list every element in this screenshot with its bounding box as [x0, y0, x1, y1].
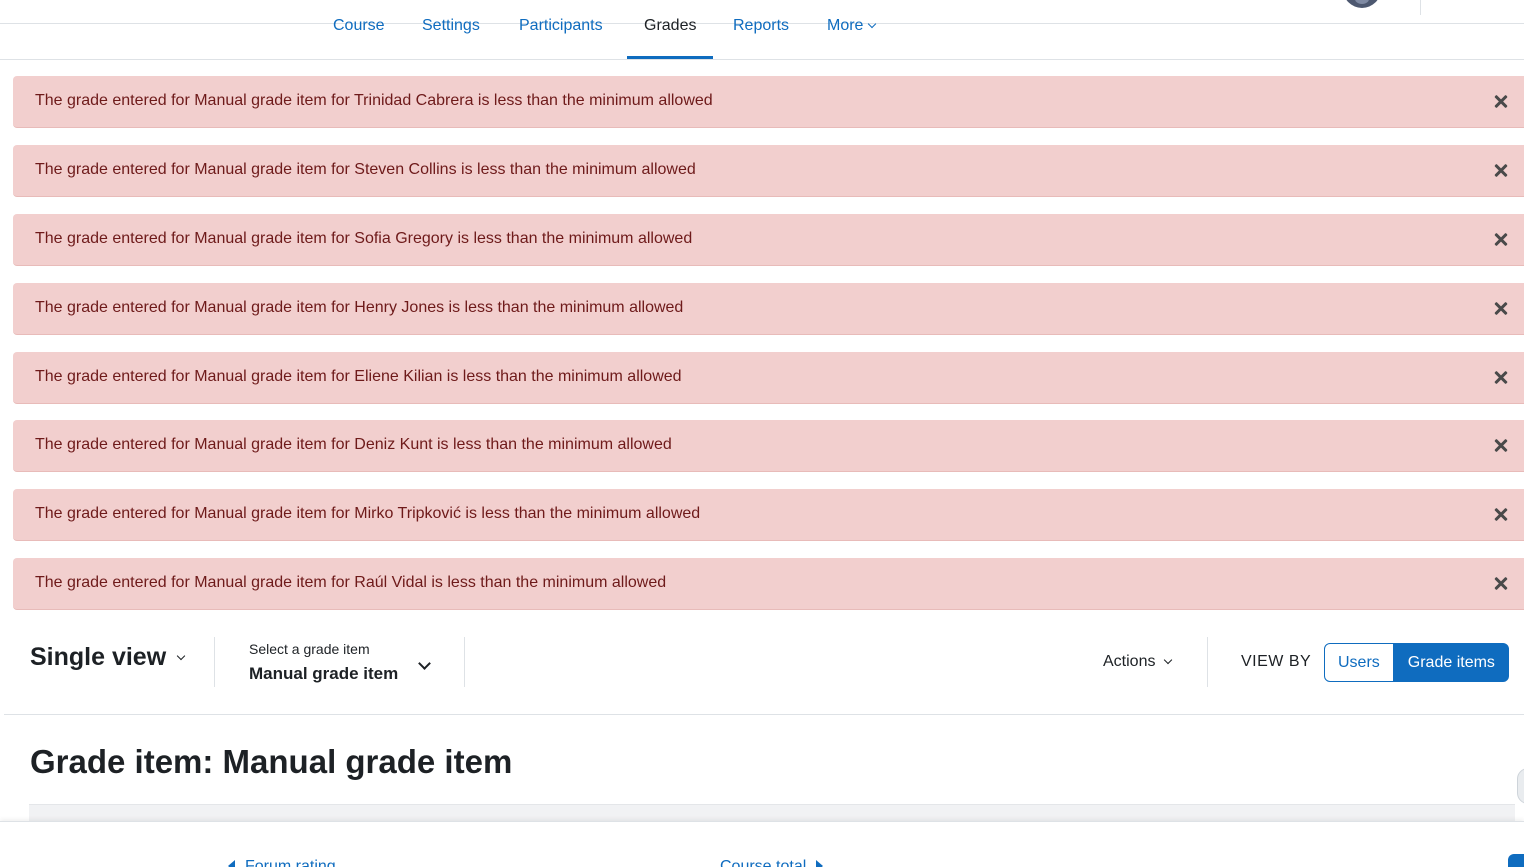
tab-grades[interactable]: Grades [626, 15, 715, 59]
alert-message: The grade entered for Manual grade item … [35, 92, 713, 109]
save-button[interactable] [1508, 854, 1524, 867]
alert-message: The grade entered for Manual grade item … [35, 574, 667, 591]
next-item-link[interactable]: Course total [720, 858, 824, 867]
actions-dropdown[interactable]: Actions [1103, 653, 1173, 671]
close-icon[interactable] [1492, 574, 1510, 592]
page-title: Grade item: Manual grade item [30, 743, 513, 780]
close-icon[interactable] [1492, 161, 1510, 179]
alert-message: The grade entered for Manual grade item … [35, 436, 672, 453]
alert-message: The grade entered for Manual grade item … [35, 505, 701, 522]
grade-item-selector[interactable]: Select a grade item Manual grade item [249, 641, 439, 687]
view-by-toggle: Users Grade items [1324, 643, 1509, 682]
close-icon[interactable] [1492, 368, 1510, 386]
alert-message: The grade entered for Manual grade item … [35, 299, 684, 316]
tab-course[interactable]: Course [333, 15, 385, 59]
previous-item-label: Forum rating [245, 858, 336, 867]
previous-item-link[interactable]: Forum rating [228, 858, 336, 867]
view-by-users-button[interactable]: Users [1324, 643, 1394, 682]
report-selector[interactable]: Single view [30, 643, 186, 672]
tab-settings[interactable]: Settings [422, 15, 480, 59]
close-icon[interactable] [1492, 299, 1510, 317]
drawer-toggle[interactable] [1517, 768, 1524, 804]
alert-message: The grade entered for Manual grade item … [35, 161, 696, 178]
tab-participants[interactable]: Participants [519, 15, 603, 59]
navbar-divider [1420, 0, 1421, 15]
secondary-navigation: Course Settings Participants Grades Repo… [0, 17, 1524, 60]
chevron-down-icon [176, 651, 186, 661]
error-alert: The grade entered for Manual grade item … [13, 558, 1524, 610]
grade-item-selector-label: Select a grade item [249, 641, 370, 657]
tab-reports[interactable]: Reports [733, 15, 789, 59]
sticky-footer: Forum rating Course total [0, 821, 1524, 867]
error-alert: The grade entered for Manual grade item … [13, 352, 1524, 404]
arrow-right-icon [816, 860, 824, 867]
chevron-down-icon [1164, 655, 1173, 665]
view-by-grade-items-button[interactable]: Grade items [1393, 643, 1509, 682]
error-alert: The grade entered for Manual grade item … [13, 420, 1524, 472]
close-icon[interactable] [1492, 230, 1510, 248]
error-alert: The grade entered for Manual grade item … [13, 214, 1524, 266]
divider [1207, 637, 1208, 687]
error-alert: The grade entered for Manual grade item … [13, 489, 1524, 541]
error-alert: The grade entered for Manual grade item … [13, 283, 1524, 335]
tab-more-label: More [827, 17, 864, 34]
tab-more[interactable]: More [827, 15, 877, 59]
alert-message: The grade entered for Manual grade item … [35, 230, 693, 247]
error-alert: The grade entered for Manual grade item … [13, 145, 1524, 197]
report-selector-label: Single view [30, 643, 167, 671]
divider [464, 637, 465, 687]
arrow-left-icon [228, 860, 235, 867]
close-icon[interactable] [1492, 92, 1510, 110]
divider [214, 637, 215, 687]
chevron-down-icon [868, 19, 877, 29]
alert-message: The grade entered for Manual grade item … [35, 368, 682, 385]
actions-label: Actions [1103, 653, 1156, 670]
grade-item-selector-value: Manual grade item [249, 664, 399, 683]
close-icon[interactable] [1492, 505, 1510, 523]
user-avatar[interactable] [1343, 0, 1381, 8]
chevron-down-icon [418, 657, 431, 670]
page: Course Settings Participants Grades Repo… [0, 0, 1524, 867]
close-icon[interactable] [1492, 436, 1510, 454]
view-by-label: VIEW BY [1241, 653, 1312, 670]
next-item-label: Course total [720, 858, 807, 867]
tertiary-navigation: Single view Select a grade item Manual g… [4, 610, 1524, 715]
error-alert: The grade entered for Manual grade item … [13, 76, 1524, 128]
